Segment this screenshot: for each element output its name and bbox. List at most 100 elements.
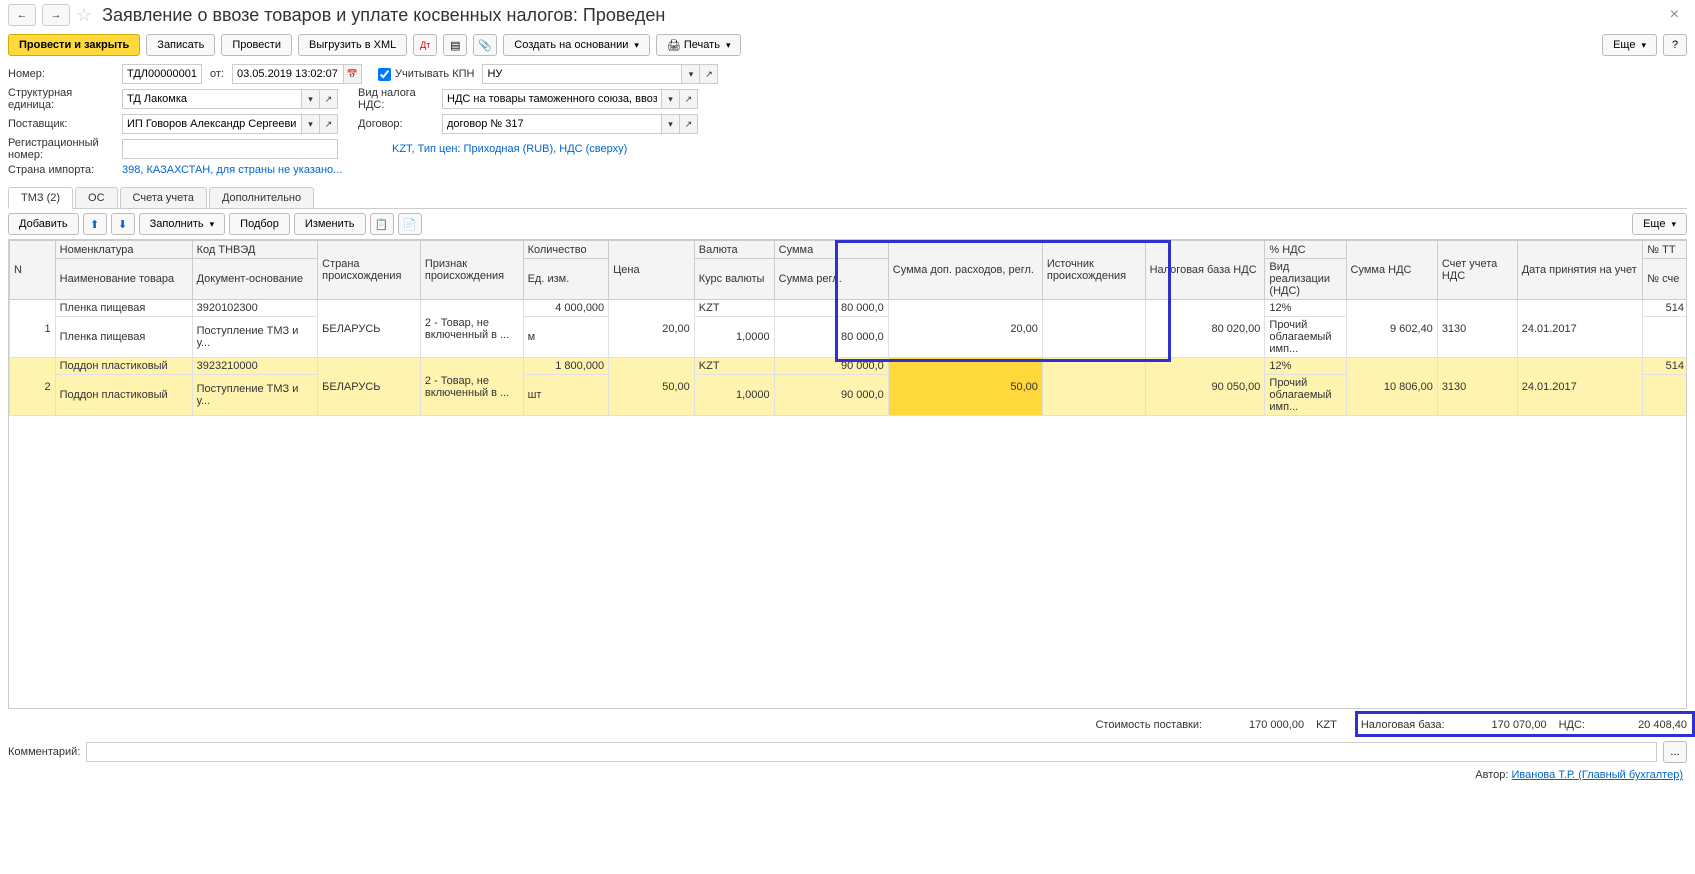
supplier-input[interactable] — [122, 114, 302, 134]
dropdown-icon[interactable]: ▾ — [662, 89, 680, 109]
country-label: Страна импорта: — [8, 164, 118, 176]
struct-label: Структурная единица: — [8, 87, 118, 111]
nav-forward-button[interactable]: → — [42, 4, 70, 26]
attach-button[interactable]: 📎 — [473, 34, 497, 56]
post-and-close-button[interactable]: Провести и закрыть — [8, 34, 140, 56]
col-doc[interactable]: Документ-основание — [192, 259, 318, 300]
kpn-checkbox[interactable] — [378, 68, 391, 81]
paste-button[interactable]: 📄 — [398, 213, 422, 235]
contract-info-link[interactable]: KZT, Тип цен: Приходная (RUB), НДС (свер… — [392, 143, 627, 155]
open-icon[interactable]: ↗ — [700, 64, 718, 84]
dropdown-icon[interactable]: ▾ — [682, 64, 700, 84]
struct-input[interactable] — [122, 89, 302, 109]
dropdown-icon[interactable]: ▾ — [302, 89, 320, 109]
copy-button[interactable]: 📋 — [370, 213, 394, 235]
totals-row: Стоимость поставки: 170 000,00 KZT Налог… — [0, 713, 1695, 737]
base-value: 170 070,00 — [1457, 719, 1547, 731]
fill-button[interactable]: Заполнить — [139, 213, 226, 235]
open-icon[interactable]: ↗ — [680, 114, 698, 134]
date-input[interactable] — [232, 64, 344, 84]
col-taxbase[interactable]: Налоговая база НДС — [1145, 241, 1265, 300]
col-uom[interactable]: Ед. изм. — [523, 259, 609, 300]
open-icon[interactable]: ↗ — [680, 89, 698, 109]
list-button[interactable]: ▤ — [443, 34, 467, 56]
table-wrap: N Номенклатура Код ТНВЭД Страна происхож… — [8, 239, 1687, 709]
author-link[interactable]: Иванова Т.Р. (Главный бухгалтер) — [1512, 769, 1684, 781]
base-label: Налоговая база: — [1361, 719, 1445, 731]
number-label: Номер: — [8, 68, 118, 80]
col-sign[interactable]: Признак происхождения — [420, 241, 523, 300]
tab-extra[interactable]: Дополнительно — [209, 187, 314, 208]
col-price[interactable]: Цена — [609, 241, 695, 300]
col-vatsum[interactable]: Сумма НДС — [1346, 241, 1437, 300]
country-info-link[interactable]: 398, КАЗАХСТАН, для страны не указано... — [122, 164, 342, 176]
tab-more-button[interactable]: Еще — [1632, 213, 1687, 235]
favorite-star-icon[interactable]: ☆ — [76, 5, 92, 26]
write-button[interactable]: Записать — [146, 34, 215, 56]
print-button[interactable]: 🖨 Печать — [656, 34, 742, 56]
dropdown-icon[interactable]: ▾ — [302, 114, 320, 134]
col-nom[interactable]: Номенклатура — [55, 241, 192, 259]
col-tt[interactable]: № ТТ — [1643, 241, 1687, 259]
col-tnved[interactable]: Код ТНВЭД — [192, 241, 318, 259]
col-account[interactable]: Счет учета НДС — [1437, 241, 1517, 300]
open-icon[interactable]: ↗ — [320, 89, 338, 109]
comment-input[interactable] — [86, 742, 1657, 762]
col-vattype[interactable]: Вид реализации (НДС) — [1265, 259, 1346, 300]
export-xml-button[interactable]: Выгрузить в XML — [298, 34, 407, 56]
col-currency[interactable]: Валюта — [694, 241, 774, 259]
close-icon[interactable]: × — [1662, 6, 1687, 24]
col-sumreg[interactable]: Сумма регл. — [774, 259, 888, 300]
author-label: Автор: — [1475, 769, 1508, 781]
kpn-value-input[interactable] — [482, 64, 682, 84]
move-up-button[interactable]: ⬆ — [83, 213, 107, 235]
add-button[interactable]: Добавить — [8, 213, 79, 235]
vat-type-label: Вид налога НДС: — [358, 87, 438, 111]
nav-back-button[interactable]: ← — [8, 4, 36, 26]
vat-type-input[interactable] — [442, 89, 662, 109]
more-button[interactable]: Еще — [1602, 34, 1657, 56]
table-row[interactable]: 1 Пленка пищевая3920102300 БЕЛАРУСЬ 2 - … — [10, 300, 1688, 317]
col-extra[interactable]: Сумма доп. расходов, регл. — [888, 241, 1042, 300]
move-down-button[interactable]: ⬇ — [111, 213, 135, 235]
post-button[interactable]: Провести — [221, 34, 292, 56]
col-vatpct[interactable]: % НДС — [1265, 241, 1346, 259]
create-based-button[interactable]: Создать на основании — [503, 34, 650, 56]
vat-value: 20 408,40 — [1597, 719, 1687, 731]
dt-kt-button[interactable]: Дт — [413, 34, 437, 56]
data-grid[interactable]: N Номенклатура Код ТНВЭД Страна происхож… — [9, 240, 1687, 416]
help-button[interactable]: ? — [1663, 34, 1687, 56]
from-label: от: — [210, 68, 224, 80]
comment-more-button[interactable]: ... — [1663, 741, 1687, 763]
col-country[interactable]: Страна происхождения — [318, 241, 421, 300]
dropdown-icon[interactable]: ▾ — [662, 114, 680, 134]
kpn-label: Учитывать КПН — [395, 68, 475, 80]
col-dateacc[interactable]: Дата принятия на учет — [1517, 241, 1643, 300]
tab-os[interactable]: ОС — [75, 187, 118, 208]
table-row[interactable]: 2 Поддон пластиковый3923210000 БЕЛАРУСЬ … — [10, 358, 1688, 375]
open-icon[interactable]: ↗ — [320, 114, 338, 134]
col-sum[interactable]: Сумма — [774, 241, 888, 259]
number-input[interactable] — [122, 64, 202, 84]
calendar-icon[interactable]: 📅 — [344, 64, 362, 84]
reg-label: Регистрационный номер: — [8, 137, 118, 161]
cost-value: 170 000,00 — [1214, 719, 1304, 731]
vat-label: НДС: — [1559, 719, 1585, 731]
contract-input[interactable] — [442, 114, 662, 134]
col-accn[interactable]: № сче — [1643, 259, 1687, 300]
select-button[interactable]: Подбор — [229, 213, 290, 235]
col-source[interactable]: Источник происхождения — [1042, 241, 1145, 300]
cost-label: Стоимость поставки: — [1095, 719, 1202, 731]
contract-label: Договор: — [358, 118, 438, 130]
edit-button[interactable]: Изменить — [294, 213, 366, 235]
col-qty[interactable]: Количество — [523, 241, 609, 259]
tab-accounts[interactable]: Счета учета — [120, 187, 207, 208]
page-title: Заявление о ввозе товаров и уплате косве… — [102, 5, 665, 26]
col-rate[interactable]: Курс валюты — [694, 259, 774, 300]
tab-tmz[interactable]: ТМЗ (2) — [8, 187, 73, 209]
col-n[interactable]: N — [10, 241, 56, 300]
comment-label: Комментарий: — [8, 746, 80, 758]
col-name[interactable]: Наименование товара — [55, 259, 192, 300]
reg-input[interactable] — [122, 139, 338, 159]
cost-currency: KZT — [1316, 719, 1337, 731]
